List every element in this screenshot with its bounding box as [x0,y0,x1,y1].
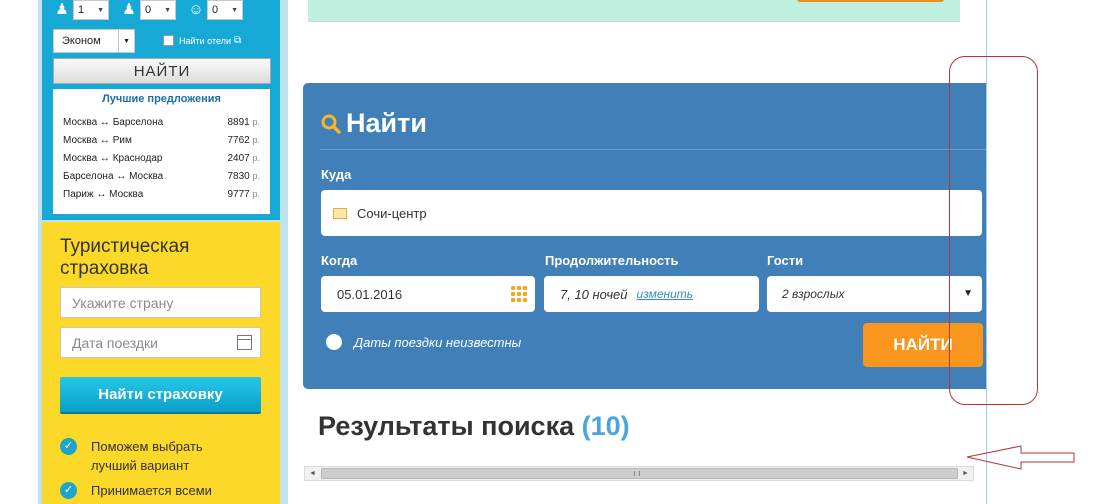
flight-search-widget: ♟ 1 ▼ ♟ 0 ▼ ☺ 0 ▼ Эконом ▼ Найти отели ⧉ [42,0,280,220]
best-offers-title: Лучшие предложения [102,93,221,105]
image-icon [333,207,347,219]
offer-item[interactable]: Москва ↔ Рим 7762 р. [53,131,270,149]
offer-route: Барселона ↔ Москва [63,170,164,182]
offer-route: Москва ↔ Краснодар [63,152,163,164]
offer-route: Москва ↔ Рим [63,134,132,146]
child-icon: ♟ [122,1,136,18]
cabin-class-select[interactable]: Эконом ▼ [53,29,135,53]
guests-value: 2 взрослых [782,287,845,301]
change-duration-link[interactable]: изменить [637,287,694,301]
offer-price: 9777 р. [227,188,260,200]
find-hotels-checkbox[interactable]: Найти отели ⧉ [163,35,241,46]
results-title: Результаты поиска [318,411,575,441]
children-select[interactable]: 0 ▼ [140,0,176,20]
when-label: Когда [321,253,358,268]
offer-price: 7830 р. [227,170,260,182]
duration-label: Продолжительность [545,253,679,268]
offer-price: 2407 р. [227,152,260,164]
best-offers-box: Лучшие предложения Москва ↔ Барселона 88… [53,89,270,214]
trip-date-placeholder: Дата поездки [72,334,158,351]
country-placeholder: Укажите страну [72,294,174,311]
unknown-dates-checkbox[interactable]: Даты поездки неизвестны [326,334,521,350]
offer-price: 7762 р. [227,134,260,146]
chevron-down-icon: ▼ [97,6,104,14]
checkmark-icon: ✓ [60,438,77,455]
panel-title: Найти [320,108,427,139]
guests-label: Гости [767,253,804,268]
annotation-highlight-box [949,56,1038,405]
results-count: (10) [581,411,630,441]
offer-item[interactable]: Барселона ↔ Москва 7830 р. [53,167,270,185]
checkbox-box[interactable] [163,35,174,46]
offer-item[interactable]: Париж ↔ Москва 9777 р. [53,185,270,203]
scrollbar-thumb[interactable] [321,468,958,479]
benefit-item: ✓ Принимается всеми [60,481,212,500]
insurance-title: Туристическая страховка [60,236,190,279]
checkmark-icon: ✓ [60,482,77,499]
page: ♟ 1 ▼ ♟ 0 ▼ ☺ 0 ▼ Эконом ▼ Найти отели ⧉ [0,0,1119,504]
horizontal-scrollbar[interactable]: ◄ ► [304,466,974,481]
scroll-left-icon[interactable]: ◄ [305,467,320,480]
calendar-icon[interactable] [237,335,252,350]
grip-icon [634,471,640,476]
benefit-item: ✓ Поможем выбрать лучший вариант [60,437,203,475]
adults-select[interactable]: 1 ▼ [73,0,109,20]
date-input[interactable]: 05.01.2016 [321,276,535,312]
duration-value: 7, 10 ночей [560,286,628,302]
children-value: 0 [145,4,152,16]
chevron-down-icon: ▼ [118,30,134,52]
destination-value: Сочи-центр [357,205,427,221]
find-insurance-button[interactable]: Найти страховку [60,377,261,412]
search-icon [321,114,341,134]
infant-icon: ☺ [188,1,204,18]
find-flights-button[interactable]: НАЙТИ [53,58,271,84]
destination-input[interactable]: Сочи-центр [321,190,982,236]
offer-route: Париж ↔ Москва [63,188,144,200]
where-label: Куда [321,167,352,182]
results-heading: Результаты поиска (10) [318,411,630,442]
annotation-arrow-icon [966,445,1075,470]
external-link-icon: ⧉ [234,35,242,46]
find-hotels-label: Найти отели [179,35,231,46]
offer-route: Москва ↔ Барселона [63,116,164,128]
adults-value: 1 [78,4,85,16]
trip-date-input[interactable]: Дата поездки [60,327,261,358]
offer-item[interactable]: Москва ↔ Барселона 8891 р. [53,113,270,131]
panel-divider [320,149,986,150]
chevron-down-icon: ▼ [231,6,238,14]
offer-price: 8891 р. [227,116,260,128]
chevron-down-icon: ▼ [164,6,171,14]
date-value: 05.01.2016 [337,286,403,302]
top-banner [308,0,960,22]
infants-select[interactable]: 0 ▼ [207,0,243,20]
calendar-grid-icon[interactable] [511,286,527,302]
country-input[interactable]: Укажите страну [60,287,261,318]
duration-field[interactable]: 7, 10 ночей изменить [544,276,759,312]
infants-value: 0 [212,4,219,16]
offer-item[interactable]: Москва ↔ Краснодар 2407 р. [53,149,270,167]
adult-icon: ♟ [55,1,69,18]
checkbox-box[interactable] [326,334,342,350]
hotel-search-panel: Найти Куда Сочи-центр Когда 05.01.2016 П… [303,83,986,389]
banner-button[interactable] [797,0,944,2]
cabin-class-value: Эконом [62,35,101,47]
unknown-dates-label: Даты поездки неизвестны [354,334,522,350]
insurance-widget: Туристическая страховка Укажите страну Д… [42,222,280,504]
passengers-row: ♟ 1 ▼ ♟ 0 ▼ ☺ 0 ▼ [54,0,255,20]
